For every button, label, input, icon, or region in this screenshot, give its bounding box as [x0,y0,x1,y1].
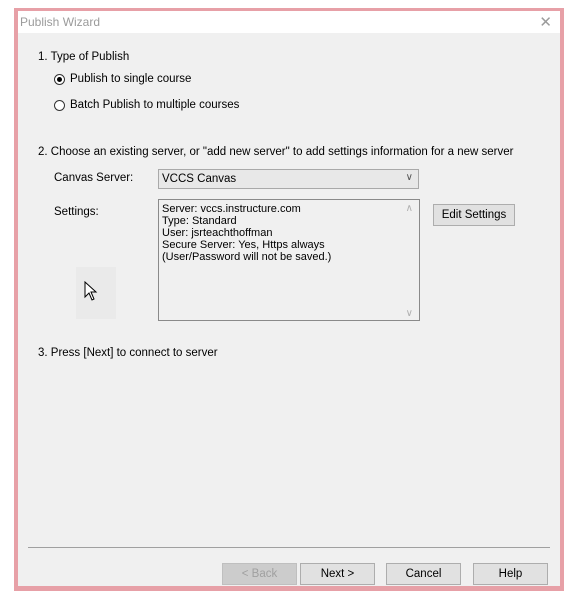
back-button[interactable]: < Back [222,563,297,585]
cursor-highlight [76,267,116,319]
step-3-heading: 3. Press [Next] to connect to server [38,347,218,359]
next-button[interactable]: Next > [300,563,375,585]
edit-settings-button[interactable]: Edit Settings [433,204,515,226]
settings-textbox[interactable]: Server: vccs.instructure.com Type: Stand… [158,199,420,321]
canvas-server-select[interactable]: VCCS Canvas ∨ [158,169,419,189]
scroll-up-icon[interactable]: ∧ [406,203,413,214]
mouse-pointer-icon [84,281,98,301]
publish-wizard-dialog: Publish Wizard ✕ 1. Type of Publish Publ… [18,11,560,586]
settings-line: (User/Password will not be saved.) [162,251,332,263]
step-2-heading: 2. Choose an existing server, or "add ne… [38,146,514,158]
close-icon[interactable]: ✕ [539,13,552,31]
settings-text: Server: vccs.instructure.com Type: Stand… [162,203,331,263]
radio-selected-icon[interactable] [54,74,65,85]
canvas-server-value: VCCS Canvas [162,173,237,185]
step-1-heading: 1. Type of Publish [38,51,130,63]
settings-line: User: jsrteachthoffman [162,227,273,239]
radio-label-batch: Batch Publish to multiple courses [70,99,240,111]
radio-label-single: Publish to single course [70,73,192,85]
window-title: Publish Wizard [20,15,101,29]
title-bar: Publish Wizard ✕ [18,11,560,33]
chevron-down-icon[interactable]: ∨ [406,172,413,183]
settings-line: Secure Server: Yes, Https always [162,239,325,251]
canvas-server-label: Canvas Server: [54,172,134,184]
settings-line: Server: vccs.instructure.com [162,203,301,215]
settings-label: Settings: [54,206,99,218]
settings-line: Type: Standard [162,215,237,227]
radio-unselected-icon[interactable] [54,100,65,111]
scroll-down-icon[interactable]: ∨ [406,308,413,319]
cancel-button[interactable]: Cancel [386,563,461,585]
window-frame: Publish Wizard ✕ 1. Type of Publish Publ… [14,8,564,591]
footer-divider [28,547,550,548]
help-button[interactable]: Help [473,563,548,585]
